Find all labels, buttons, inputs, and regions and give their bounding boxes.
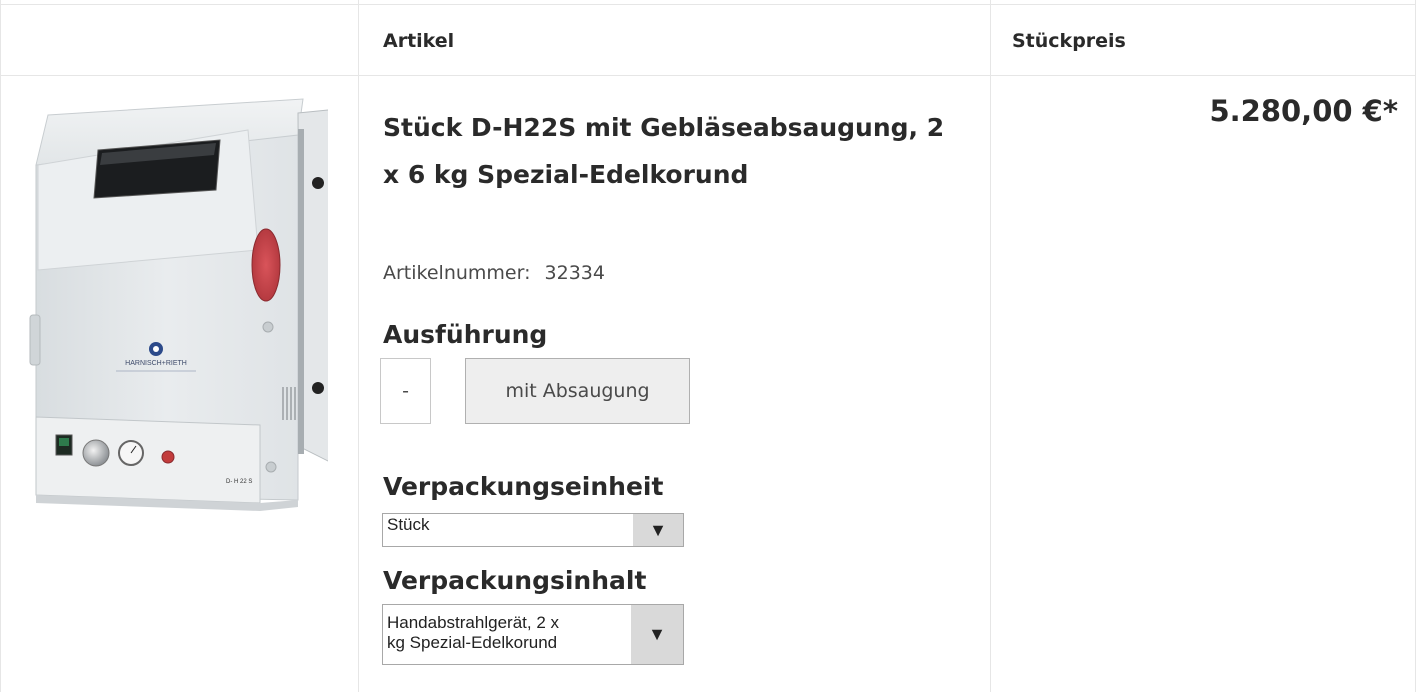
packaging-content-line-2: kg Spezial-Edelkorund xyxy=(387,633,558,652)
unit-price: 5.280,00 €* xyxy=(1209,94,1398,128)
column-divider xyxy=(358,0,359,692)
column-header-unit-price: Stückpreis xyxy=(1012,30,1126,52)
packaging-content-line-1: Handabstrahlgerät, 2 x xyxy=(387,613,559,632)
execution-heading: Ausführung xyxy=(383,320,548,349)
product-title[interactable]: Stück D-H22S mit Gebläseabsaugung, 2 x 6… xyxy=(383,104,963,198)
column-header-article: Artikel xyxy=(383,30,455,52)
packaging-content-selected: Handabstrahlgerät, 2 x kg Spezial-Edelko… xyxy=(387,613,559,653)
packaging-content-select[interactable]: Handabstrahlgerät, 2 x kg Spezial-Edelko… xyxy=(382,604,684,665)
article-number-label: Artikelnummer: xyxy=(383,262,531,284)
packaging-unit-selected: Stück xyxy=(387,515,430,534)
header-top-border xyxy=(0,4,1416,5)
article-number-value: 32334 xyxy=(544,262,605,284)
execution-option-with-suction[interactable]: mit Absaugung xyxy=(465,358,690,424)
packaging-unit-heading: Verpackungseinheit xyxy=(383,472,664,501)
table-border-left xyxy=(0,0,1,692)
triangle-down-icon[interactable]: ▼ xyxy=(633,514,683,546)
article-number: Artikelnummer: 32334 xyxy=(383,262,605,284)
column-divider xyxy=(990,0,991,692)
header-bottom-border xyxy=(0,75,1416,76)
cart-table: Artikel Stückpreis HARNISCH+RIETH D- H 2… xyxy=(0,0,1416,692)
packaging-unit-select[interactable]: Stück ▼ xyxy=(382,513,684,547)
triangle-down-icon[interactable]: ▼ xyxy=(631,605,683,664)
packaging-content-heading: Verpackungsinhalt xyxy=(383,566,647,595)
brand-logo-text: HARNISCH+RIETH xyxy=(125,360,187,367)
execution-option-none[interactable]: - xyxy=(380,358,431,424)
model-label-text: D- H 22 S xyxy=(226,479,252,485)
product-image[interactable]: HARNISCH+RIETH D- H 22 S xyxy=(28,95,341,523)
